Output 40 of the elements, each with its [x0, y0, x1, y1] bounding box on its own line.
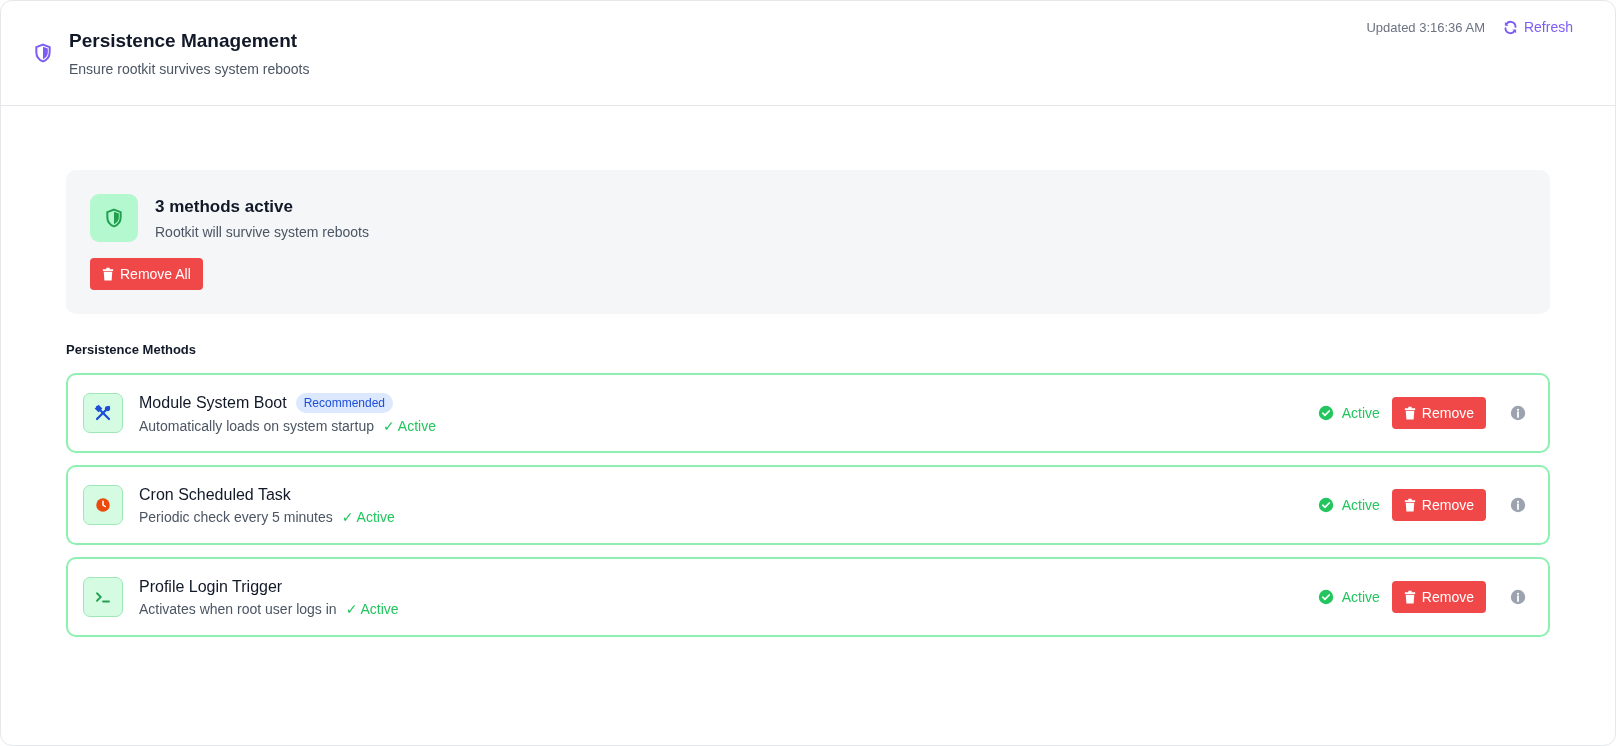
page-subtitle: Ensure rootkit survives system reboots	[69, 60, 311, 77]
trash-icon	[1403, 498, 1416, 512]
refresh-icon	[1502, 19, 1518, 35]
method-description: Automatically loads on system startup	[139, 417, 374, 434]
page-title: Persistence Management	[69, 29, 299, 52]
trash-icon	[1403, 406, 1416, 420]
shield-icon	[90, 194, 138, 242]
check-circle-icon	[1317, 405, 1334, 421]
check-circle-icon	[1317, 497, 1334, 513]
remove-all-button[interactable]: Remove All	[90, 258, 203, 290]
remove-button[interactable]: Remove	[1391, 397, 1486, 429]
status-label: Active	[1341, 589, 1380, 605]
method-name: Cron Scheduled Task	[139, 485, 291, 504]
section-title: Persistence Methods	[66, 342, 198, 357]
trash-icon	[1403, 590, 1416, 604]
info-icon[interactable]	[1510, 497, 1526, 513]
status-label: Active	[1341, 497, 1380, 513]
tools-icon	[83, 393, 123, 433]
terminal-icon	[83, 577, 123, 617]
inline-status: ✓ Active	[341, 508, 395, 525]
method-description: Activates when root user logs in	[139, 600, 337, 617]
clock-icon	[83, 485, 123, 525]
recommended-badge: Recommended	[295, 392, 393, 413]
summary-subtitle: Rootkit will survive system reboots	[155, 223, 369, 240]
method-name: Module System Boot	[139, 393, 287, 412]
info-icon[interactable]	[1510, 589, 1526, 605]
summary-title: 3 methods active	[155, 196, 294, 217]
method-description: Periodic check every 5 minutes	[139, 508, 333, 525]
method-name: Profile Login Trigger	[139, 577, 283, 596]
check-circle-icon	[1317, 589, 1334, 605]
updated-time: Updated 3:16:36 AM	[1366, 19, 1485, 35]
remove-button[interactable]: Remove	[1391, 581, 1486, 613]
inline-status: ✓ Active	[345, 600, 399, 617]
trash-icon	[102, 267, 114, 281]
remove-button[interactable]: Remove	[1391, 489, 1486, 521]
info-icon[interactable]	[1510, 405, 1526, 421]
shield-icon	[33, 43, 53, 63]
status-label: Active	[1341, 405, 1380, 421]
refresh-button[interactable]: Refresh	[1502, 19, 1573, 35]
inline-status: ✓ Active	[383, 417, 436, 434]
